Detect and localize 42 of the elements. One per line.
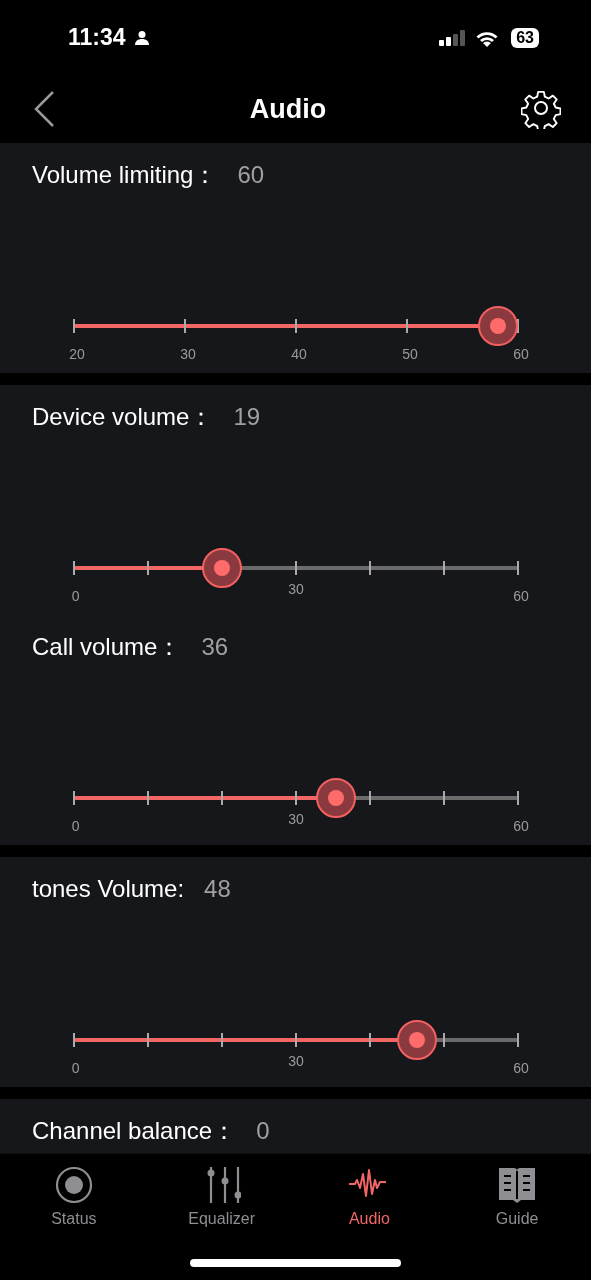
tab-item[interactable]: Status bbox=[0, 1154, 148, 1244]
slider-track[interactable] bbox=[74, 306, 518, 346]
tick-label: 0 bbox=[71, 1060, 80, 1076]
tick-label: 60 bbox=[513, 1060, 529, 1076]
tick-label: 20 bbox=[69, 346, 85, 362]
setting-value: 48 bbox=[204, 875, 231, 903]
back-icon[interactable] bbox=[33, 90, 55, 128]
setting-label: tones Volume: bbox=[32, 875, 185, 903]
tick-label: 50 bbox=[402, 346, 418, 362]
tick-label: 60 bbox=[513, 346, 529, 362]
tab-item[interactable]: Guide bbox=[443, 1154, 591, 1244]
slider-thumb[interactable] bbox=[478, 306, 518, 346]
signal-icon bbox=[439, 29, 468, 46]
tick-label: 0 bbox=[71, 818, 80, 834]
slider-thumb[interactable] bbox=[316, 778, 357, 818]
tab-item[interactable]: Audio bbox=[295, 1154, 444, 1244]
setting-label: Device volume： bbox=[32, 402, 214, 432]
tick-label: 40 bbox=[291, 346, 307, 362]
tick-label: 60 bbox=[513, 818, 529, 834]
settings-icon[interactable] bbox=[521, 89, 561, 129]
setting-value: 36 bbox=[201, 633, 229, 661]
setting-value: 19 bbox=[233, 403, 261, 431]
setting-label: Call volume： bbox=[32, 632, 182, 662]
battery-level: 63 bbox=[511, 27, 539, 48]
setting-label: Volume limiting： bbox=[32, 160, 218, 190]
slider-thumb[interactable] bbox=[397, 1020, 438, 1060]
tab-item[interactable]: Equalizer bbox=[147, 1154, 296, 1244]
person-icon bbox=[133, 29, 150, 46]
tick-label: 60 bbox=[513, 588, 529, 604]
page-title: Audio bbox=[249, 93, 327, 125]
tick-label: 30 bbox=[288, 811, 304, 827]
setting-value: 60 bbox=[237, 161, 265, 189]
tick-label: 30 bbox=[288, 1053, 304, 1069]
tick-label: 30 bbox=[180, 346, 196, 362]
setting-value: 0 bbox=[256, 1117, 270, 1145]
setting-label: Channel balance： bbox=[32, 1116, 237, 1146]
tick-label: 0 bbox=[71, 588, 80, 604]
tick-label: 30 bbox=[288, 581, 304, 597]
record-icon bbox=[54, 1166, 93, 1204]
slider-thumb[interactable] bbox=[202, 548, 243, 588]
book-icon bbox=[497, 1166, 538, 1204]
status-time: 11:34 bbox=[68, 24, 126, 51]
